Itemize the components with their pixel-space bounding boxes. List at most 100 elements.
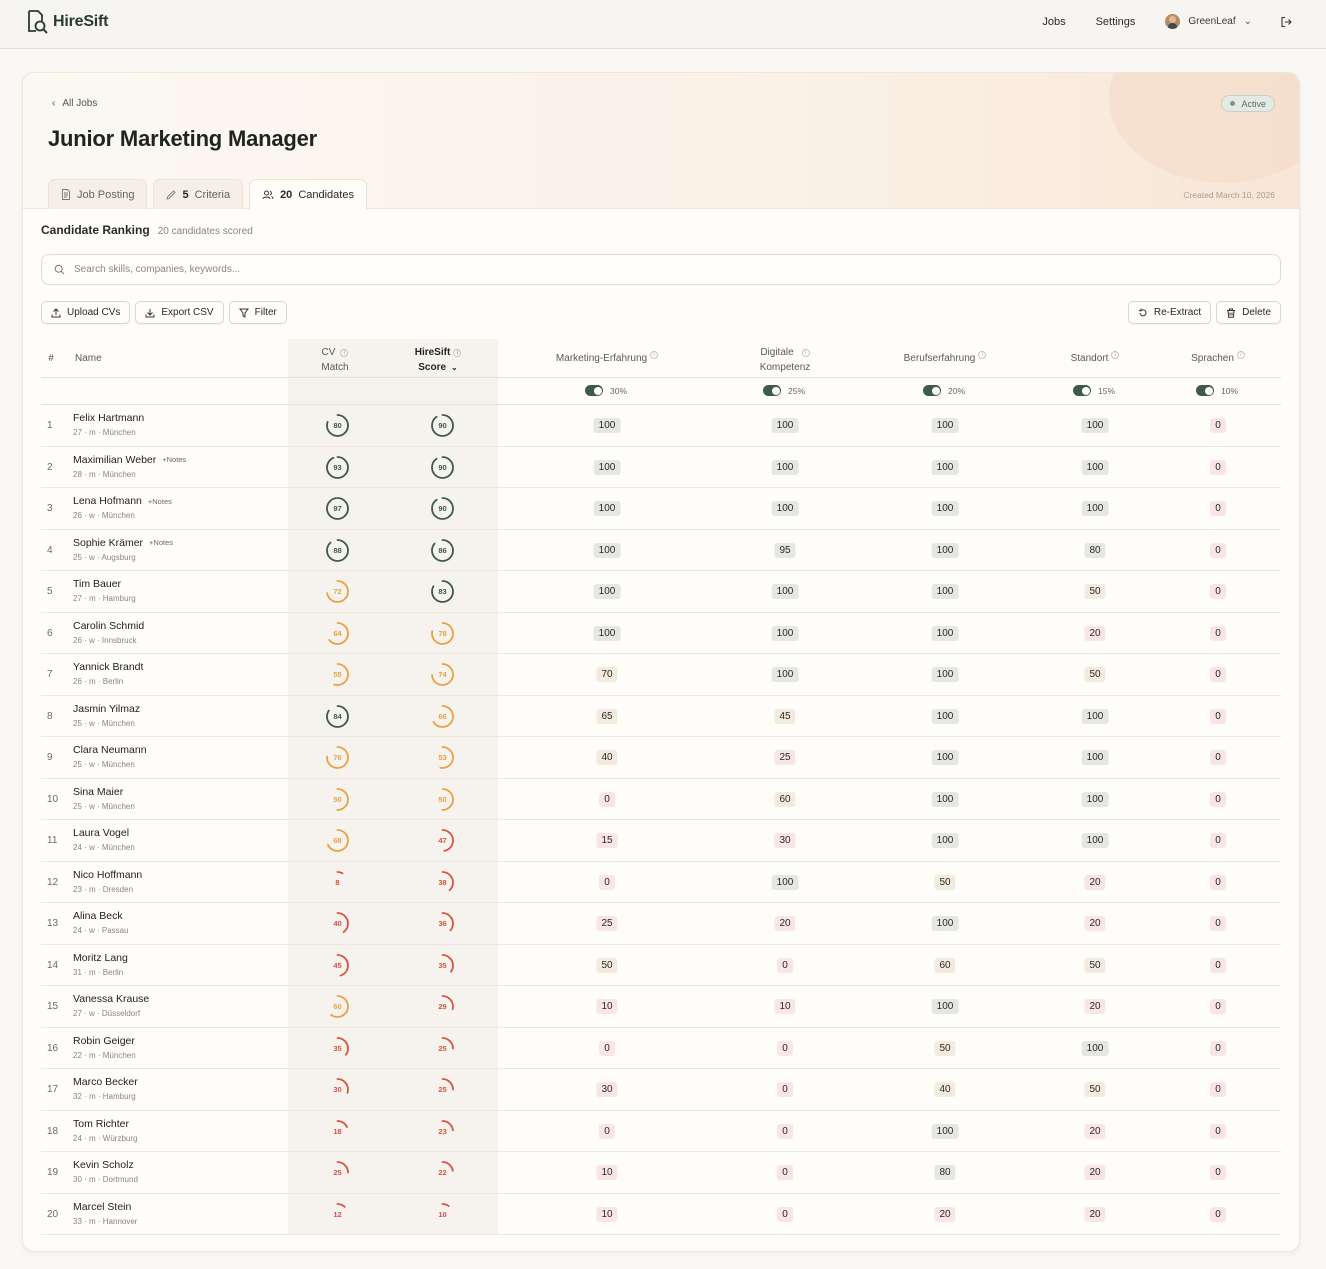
- user-menu[interactable]: GreenLeaf ⌄: [1165, 14, 1252, 29]
- export-csv-button[interactable]: Export CSV: [135, 301, 224, 324]
- rank-number: 2: [47, 461, 53, 473]
- tab-candidates[interactable]: 20 Candidates: [249, 179, 367, 209]
- candidate-name[interactable]: Moritz Lang: [73, 952, 128, 964]
- table-row[interactable]: 3 Lena Hofmann +Notes 26 · w · München 9…: [41, 488, 1281, 530]
- tab-count: 5: [182, 188, 189, 201]
- cv-match-ring: 93: [325, 455, 350, 480]
- table-row[interactable]: 7 Yannick Brandt 26 · m · Berlin 55 74 70…: [41, 654, 1281, 696]
- users-icon: [262, 190, 274, 199]
- table-row[interactable]: 13 Alina Beck 24 · w · Passau 40 36 25 20 1…: [41, 903, 1281, 945]
- column-header-criterion[interactable]: Sprachen i: [1158, 351, 1278, 365]
- criterion-toggle[interactable]: [585, 385, 603, 396]
- criterion-score-chip: 50: [934, 874, 956, 890]
- table-row[interactable]: 16 Robin Geiger 22 · m · München 35 25 0 0…: [41, 1028, 1281, 1069]
- criterion-score-chip: 0: [1210, 1206, 1226, 1222]
- logout-icon[interactable]: [1280, 16, 1292, 28]
- criterion-score-chip: 100: [1081, 1040, 1109, 1056]
- table-row[interactable]: 2 Maximilian Weber +Notes 28 · m · Münch…: [41, 447, 1281, 488]
- table-row[interactable]: 12 Nico Hoffmann 23 · m · Dresden 8 38 0 1…: [41, 862, 1281, 903]
- rank-number: 1: [47, 420, 53, 431]
- candidate-name[interactable]: Tom Richter: [73, 1118, 129, 1130]
- table-row[interactable]: 15 Vanessa Krause 27 · w · Düsseldorf 60…: [41, 986, 1281, 1028]
- search-input[interactable]: Search skills, companies, keywords...: [41, 254, 1281, 285]
- created-date: Created March 10, 2026: [1183, 190, 1275, 200]
- notes-link[interactable]: +Notes: [162, 455, 186, 464]
- hiresift-score-value: 10: [438, 1209, 447, 1219]
- table-row[interactable]: 9 Clara Neumann 25 · w · München 76 53 40…: [41, 737, 1281, 779]
- table-row[interactable]: 5 Tim Bauer 27 · m · Hamburg 72 83 100 100…: [41, 571, 1281, 613]
- candidate-name[interactable]: Laura Vogel: [73, 827, 129, 839]
- table-row[interactable]: 8 Jasmin Yilmaz 25 · w · München 84 66 65…: [41, 696, 1281, 737]
- candidate-name[interactable]: Robin Geiger: [73, 1035, 135, 1047]
- criterion-label: Berufserfahrung: [903, 353, 976, 364]
- table-row[interactable]: 20 Marcel Stein 33 · m · Hannover 12 10 1…: [41, 1194, 1281, 1235]
- cv-match-value: 60: [333, 1002, 342, 1011]
- candidate-name[interactable]: Marcel Stein: [73, 1201, 131, 1213]
- candidate-name[interactable]: Sophie Krämer: [73, 537, 143, 549]
- re-extract-button[interactable]: Re-Extract: [1127, 301, 1212, 324]
- candidate-name[interactable]: Maximilian Weber: [73, 454, 156, 466]
- cv-match-ring: 97: [325, 496, 350, 521]
- column-header-criterion[interactable]: Digitale i Kompetenz: [725, 347, 845, 374]
- table-row[interactable]: 18 Tom Richter 24 · m · Würzburg 18 23 0 0…: [41, 1111, 1281, 1152]
- criterion-toggle[interactable]: [923, 385, 941, 396]
- candidate-name[interactable]: Jasmin Yilmaz: [73, 703, 140, 715]
- candidate-name[interactable]: Felix Hartmann: [73, 412, 144, 424]
- filter-button[interactable]: Filter: [228, 301, 287, 324]
- table-row[interactable]: 6 Carolin Schmid 26 · w · Innsbruck 64 7…: [41, 613, 1281, 654]
- candidate-name-cell: Nico Hoffmann: [73, 869, 148, 881]
- candidate-name[interactable]: Nico Hoffmann: [73, 869, 142, 881]
- candidate-name[interactable]: Yannick Brandt: [73, 661, 143, 673]
- column-header-cv-match[interactable]: CV i Match: [303, 347, 367, 374]
- criterion-toggle[interactable]: [763, 385, 781, 396]
- criterion-score-chip: 10: [596, 999, 618, 1014]
- criterion-toggle[interactable]: [1073, 385, 1091, 396]
- candidate-name[interactable]: Clara Neumann: [73, 744, 147, 756]
- candidate-name[interactable]: Alina Beck: [73, 910, 123, 922]
- candidate-meta: 24 · m · Würzburg: [73, 1133, 138, 1143]
- criterion-score-chip: 100: [771, 874, 799, 890]
- info-icon: i: [340, 349, 349, 357]
- criterion-score-chip: 70: [596, 667, 618, 682]
- column-header-criterion[interactable]: Standort i: [1035, 351, 1155, 365]
- table-row[interactable]: 19 Kevin Scholz 30 · m · Dortmund 25 22 1…: [41, 1152, 1281, 1194]
- table-row[interactable]: 11 Laura Vogel 24 · w · München 68 47 15 3…: [41, 820, 1281, 862]
- tab-criteria[interactable]: 5 Criteria: [153, 179, 244, 209]
- hiresift-score-value: 35: [438, 960, 447, 970]
- back-link[interactable]: ‹ All Jobs: [52, 98, 97, 109]
- criterion-score-chip: 25: [774, 750, 796, 765]
- upload-cvs-button[interactable]: Upload CVs: [41, 301, 131, 324]
- column-header-name[interactable]: Name: [75, 353, 105, 365]
- nav-settings-link[interactable]: Settings: [1096, 16, 1136, 28]
- notes-link[interactable]: +Notes: [149, 538, 173, 547]
- candidate-name[interactable]: Lena Hofmann: [73, 495, 142, 507]
- criterion-score-chip: 20: [774, 916, 796, 931]
- nav-jobs-link[interactable]: Jobs: [1042, 16, 1065, 28]
- criterion-score-chip: 100: [1081, 708, 1109, 724]
- notes-link[interactable]: +Notes: [148, 497, 172, 506]
- candidate-name[interactable]: Sina Maier: [73, 786, 123, 798]
- criterion-score-chip: 0: [1210, 957, 1226, 973]
- candidate-name[interactable]: Carolin Schmid: [73, 620, 144, 632]
- criterion-toggle[interactable]: [1196, 385, 1214, 396]
- cv-match-value: 64: [333, 628, 342, 638]
- rank-number: 8: [47, 710, 53, 722]
- table-row[interactable]: 14 Moritz Lang 31 · m · Berlin 45 35 50 0 6…: [41, 945, 1281, 986]
- delete-button[interactable]: Delete: [1216, 301, 1281, 324]
- app-logo[interactable]: HireSift: [26, 9, 109, 35]
- cv-match-value: 68: [333, 836, 342, 845]
- table-row[interactable]: 4 Sophie Krämer +Notes 25 · w · Augsburg…: [41, 530, 1281, 571]
- candidate-name[interactable]: Tim Bauer: [73, 578, 121, 590]
- table-row[interactable]: 1 Felix Hartmann 27 · m · München 80 90 1…: [41, 405, 1281, 447]
- table-row[interactable]: 17 Marco Becker 32 · m · Hamburg 30 25 30…: [41, 1069, 1281, 1111]
- column-header-hiresift-score[interactable]: HireSift i Score ⌄: [403, 347, 473, 374]
- table-row[interactable]: 10 Sina Maier 25 · w · München 50 50 0 60 1…: [41, 779, 1281, 820]
- criterion-score-chip: 0: [1210, 874, 1226, 890]
- criterion-score-chip: 50: [596, 957, 618, 973]
- tab-job-posting[interactable]: Job Posting: [48, 179, 148, 209]
- candidate-name[interactable]: Vanessa Krause: [73, 993, 149, 1005]
- candidate-name[interactable]: Marco Becker: [73, 1076, 138, 1088]
- column-header-criterion[interactable]: Marketing-Erfahrung i: [547, 351, 667, 365]
- column-header-criterion[interactable]: Berufserfahrung i: [885, 351, 1005, 365]
- candidate-name[interactable]: Kevin Scholz: [73, 1159, 134, 1171]
